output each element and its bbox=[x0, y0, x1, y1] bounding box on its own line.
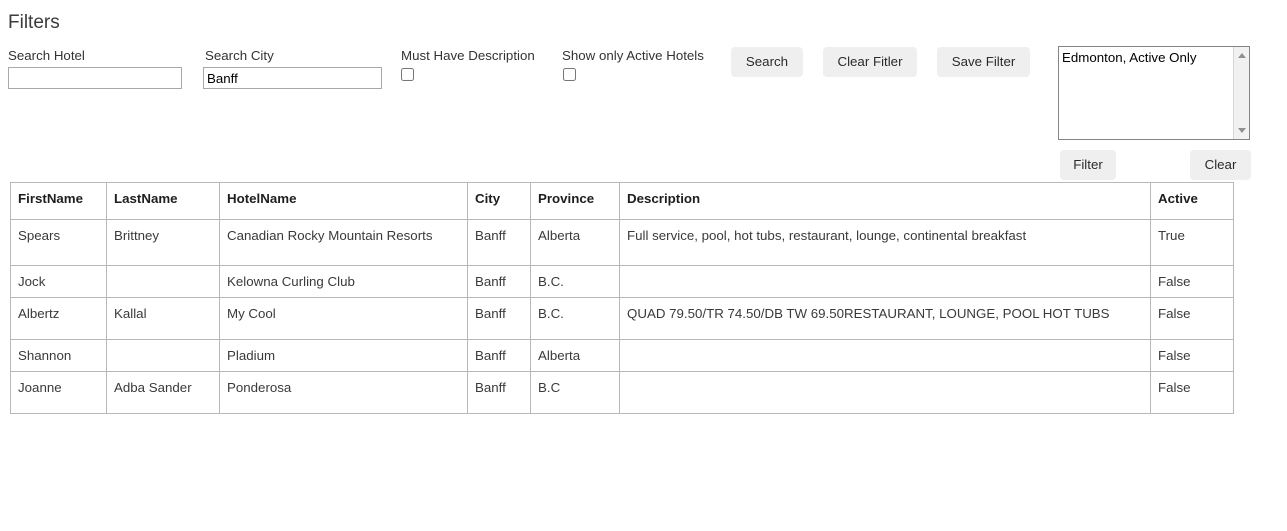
column-header-firstname: FirstName bbox=[10, 182, 107, 220]
search-hotel-label: Search Hotel bbox=[8, 48, 85, 63]
column-header-province: Province bbox=[530, 182, 620, 220]
cell-firstname: Shannon bbox=[10, 339, 107, 372]
cell-description bbox=[619, 265, 1151, 298]
cell-active: False bbox=[1150, 339, 1234, 372]
cell-lastname: Brittney bbox=[106, 219, 220, 266]
page-title: Filters bbox=[8, 12, 60, 33]
clear-filter-button[interactable]: Clear Fitler bbox=[823, 47, 917, 77]
show-only-active-hotels-checkbox[interactable] bbox=[563, 68, 576, 81]
column-header-lastname: LastName bbox=[106, 182, 220, 220]
table-row: Shannon Pladium Banff Alberta False bbox=[10, 339, 1234, 372]
search-city-input[interactable] bbox=[203, 67, 382, 89]
cell-description bbox=[619, 339, 1151, 372]
clear-button[interactable]: Clear bbox=[1190, 150, 1251, 180]
column-header-city: City bbox=[467, 182, 531, 220]
cell-city: Banff bbox=[467, 339, 531, 372]
cell-province: Alberta bbox=[530, 219, 620, 266]
column-header-description: Description bbox=[619, 182, 1151, 220]
cell-firstname: Albertz bbox=[10, 297, 107, 340]
search-hotel-input[interactable] bbox=[8, 67, 182, 89]
show-only-active-hotels-label: Show only Active Hotels bbox=[562, 48, 704, 63]
search-button[interactable]: Search bbox=[731, 47, 803, 77]
cell-province: B.C. bbox=[530, 265, 620, 298]
hotels-results-table: FirstName LastName HotelName City Provin… bbox=[10, 182, 1234, 414]
cell-lastname: Kallal bbox=[106, 297, 220, 340]
saved-filters-scrollbar[interactable] bbox=[1233, 47, 1249, 139]
must-have-description-label: Must Have Description bbox=[401, 48, 535, 63]
table-row: Spears Brittney Canadian Rocky Mountain … bbox=[10, 219, 1234, 266]
search-city-label: Search City bbox=[205, 48, 274, 63]
cell-active: False bbox=[1150, 371, 1234, 414]
cell-hotelname: Kelowna Curling Club bbox=[219, 265, 468, 298]
apply-filter-button[interactable]: Filter bbox=[1060, 150, 1116, 180]
cell-description bbox=[619, 371, 1151, 414]
cell-active: True bbox=[1150, 219, 1234, 266]
table-header: FirstName LastName HotelName City Provin… bbox=[10, 182, 1234, 220]
cell-province: Alberta bbox=[530, 339, 620, 372]
cell-lastname bbox=[106, 265, 220, 298]
table-row: Joanne Adba Sander Ponderosa Banff B.C F… bbox=[10, 371, 1234, 414]
must-have-description-checkbox[interactable] bbox=[401, 68, 414, 81]
cell-firstname: Joanne bbox=[10, 371, 107, 414]
cell-description: QUAD 79.50/TR 74.50/DB TW 69.50RESTAURAN… bbox=[619, 297, 1151, 340]
table-row: Albertz Kallal My Cool Banff B.C. QUAD 7… bbox=[10, 297, 1234, 340]
column-header-hotelname: HotelName bbox=[219, 182, 468, 220]
cell-hotelname: Ponderosa bbox=[219, 371, 468, 414]
cell-city: Banff bbox=[467, 265, 531, 298]
save-filter-button[interactable]: Save Filter bbox=[937, 47, 1030, 77]
scroll-down-icon[interactable] bbox=[1237, 128, 1246, 133]
cell-province: B.C. bbox=[530, 297, 620, 340]
scroll-up-icon[interactable] bbox=[1237, 53, 1246, 58]
cell-firstname: Spears bbox=[10, 219, 107, 266]
cell-active: False bbox=[1150, 265, 1234, 298]
cell-firstname: Jock bbox=[10, 265, 107, 298]
table-body: Spears Brittney Canadian Rocky Mountain … bbox=[10, 219, 1234, 414]
cell-hotelname: Canadian Rocky Mountain Resorts bbox=[219, 219, 468, 266]
table-header-row: FirstName LastName HotelName City Provin… bbox=[10, 182, 1234, 220]
table-row: Jock Kelowna Curling Club Banff B.C. Fal… bbox=[10, 265, 1234, 298]
cell-active: False bbox=[1150, 297, 1234, 340]
cell-province: B.C bbox=[530, 371, 620, 414]
cell-city: Banff bbox=[467, 297, 531, 340]
saved-filters-listbox[interactable]: Edmonton, Active Only bbox=[1058, 46, 1250, 140]
cell-city: Banff bbox=[467, 219, 531, 266]
saved-filter-option[interactable]: Edmonton, Active Only bbox=[1062, 49, 1197, 66]
cell-description: Full service, pool, hot tubs, restaurant… bbox=[619, 219, 1151, 266]
cell-lastname bbox=[106, 339, 220, 372]
column-header-active: Active bbox=[1150, 182, 1234, 220]
cell-city: Banff bbox=[467, 371, 531, 414]
cell-lastname: Adba Sander bbox=[106, 371, 220, 414]
cell-hotelname: Pladium bbox=[219, 339, 468, 372]
cell-hotelname: My Cool bbox=[219, 297, 468, 340]
